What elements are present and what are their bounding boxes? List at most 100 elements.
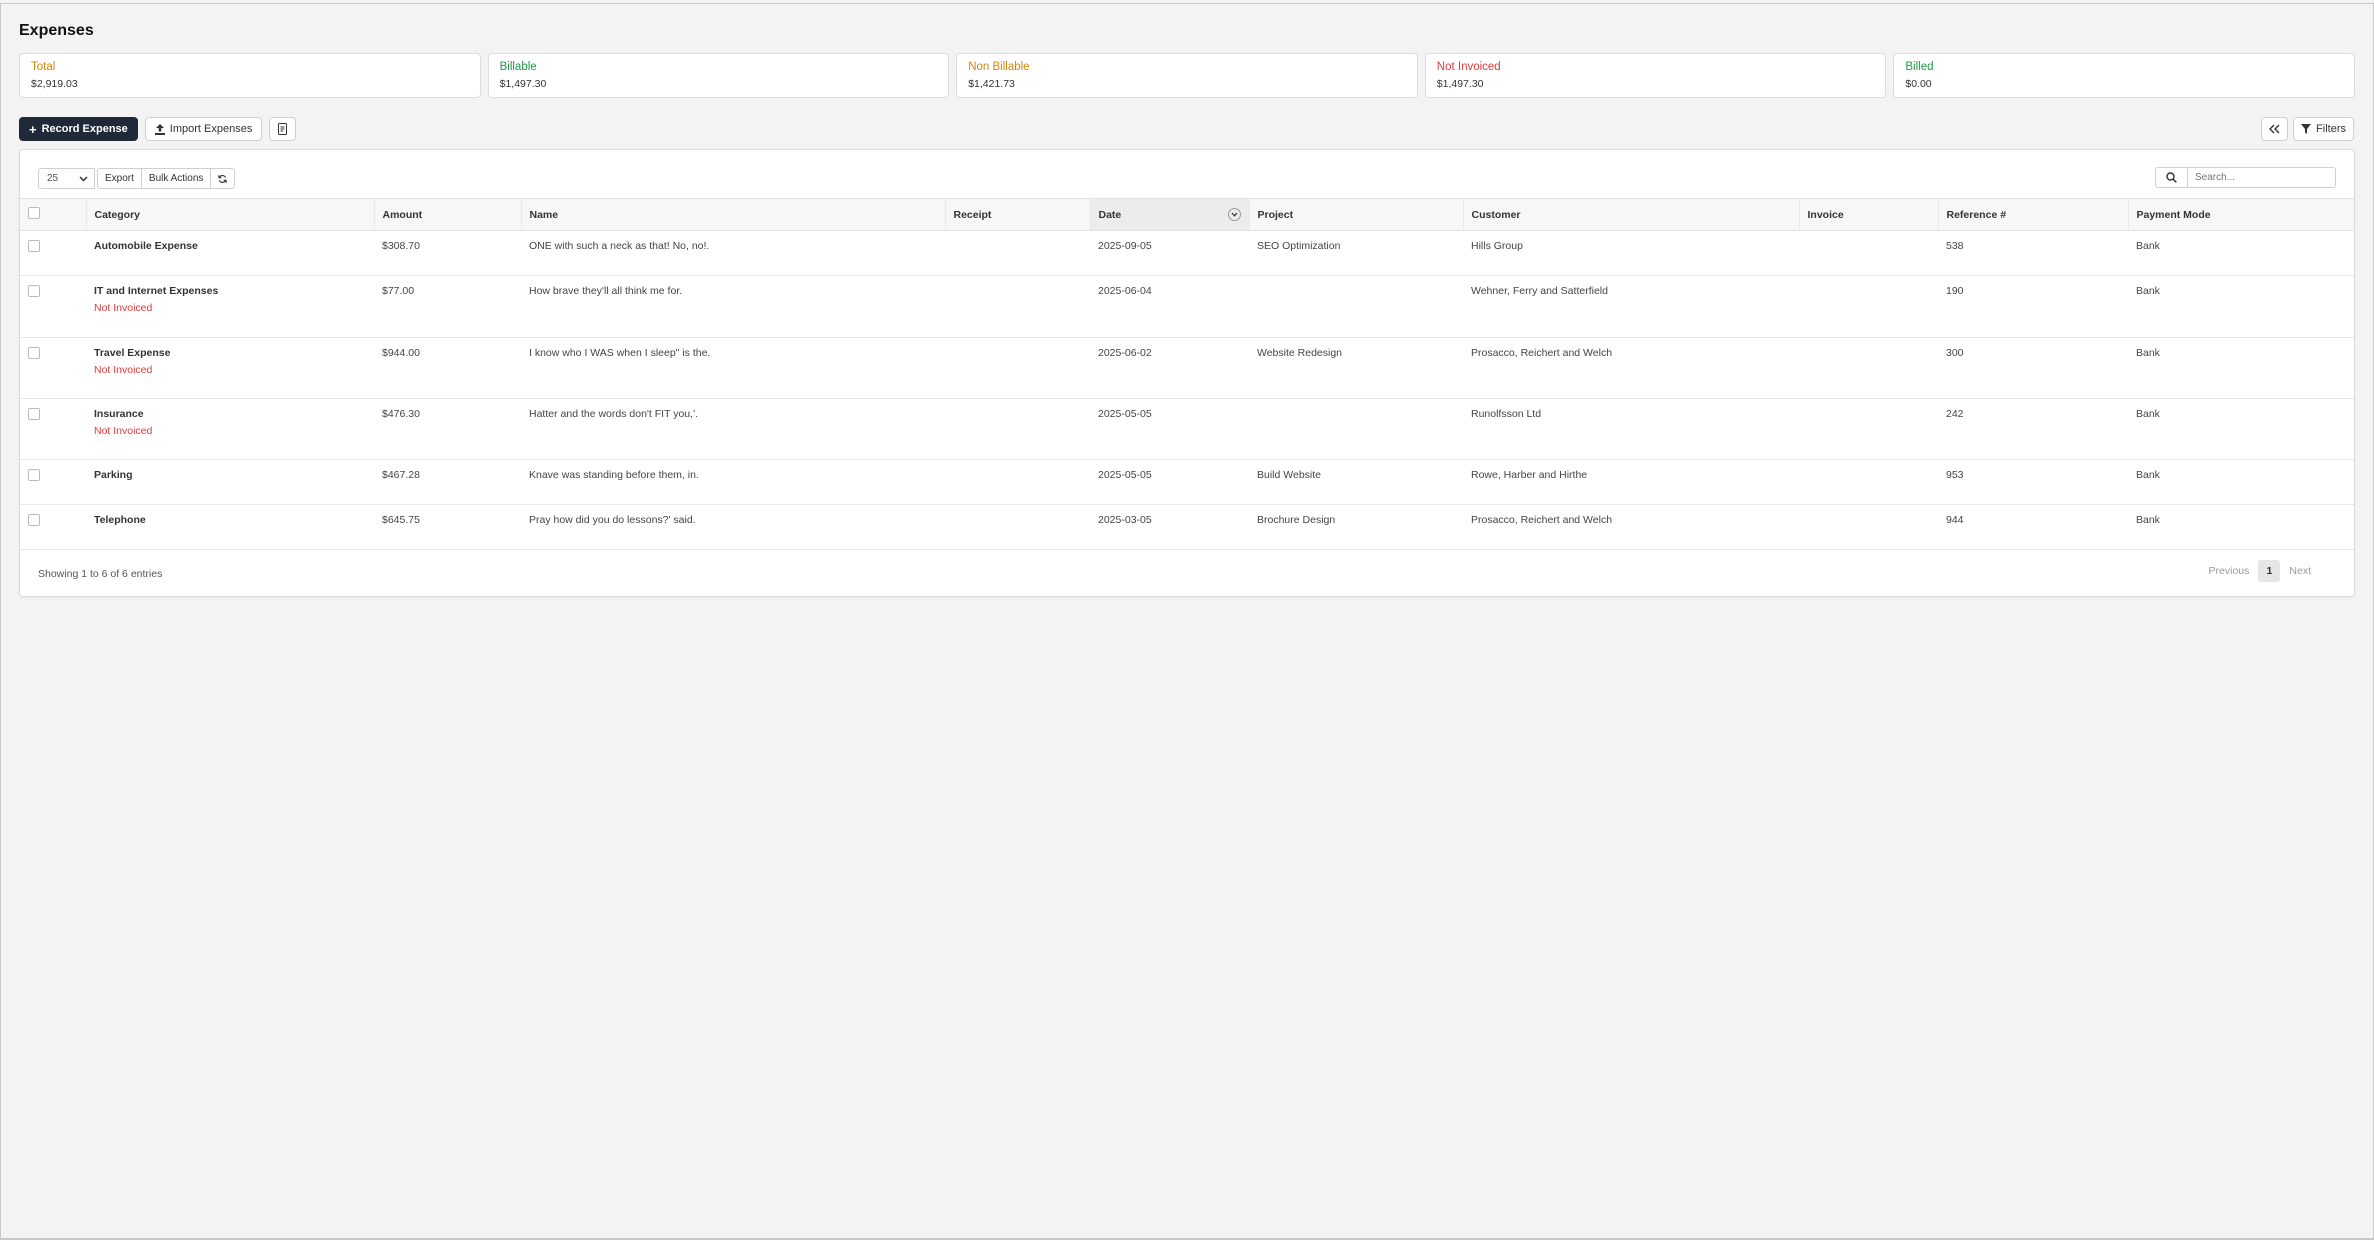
table-search [2155, 167, 2336, 188]
row-checkbox[interactable] [28, 285, 40, 297]
column-header-amount[interactable]: Amount [374, 198, 522, 231]
project-cell: Website Redesign [1249, 337, 1463, 399]
amount-cell: $476.30 [374, 398, 521, 460]
row-checkbox[interactable] [28, 408, 40, 420]
column-header-payment-mode[interactable]: Payment Mode [2128, 198, 2354, 231]
record-expense-button[interactable]: + Record Expense [19, 117, 138, 141]
search-button[interactable] [2155, 167, 2188, 188]
pagination-next[interactable]: Next [2289, 565, 2311, 577]
invoice-cell [1799, 337, 1938, 399]
table-row[interactable]: Parking $467.28 Knave was standing befor… [20, 459, 2354, 505]
page-title: Expenses [19, 22, 94, 39]
stat-label: Total [31, 61, 56, 73]
payment-mode-cell: Bank [2128, 230, 2354, 276]
payment-mode-cell: Bank [2128, 275, 2354, 338]
category-name[interactable]: Automobile Expense [94, 240, 366, 252]
invoice-cell [1799, 230, 1938, 276]
customer-cell: Runolfsson Ltd [1463, 398, 1799, 460]
sort-descending-icon[interactable] [1227, 208, 1241, 221]
filter-icon [2301, 124, 2312, 134]
name-cell: Pray how did you do lessons?' said. [521, 504, 945, 550]
date-cell: 2025-06-04 [1090, 275, 1249, 338]
customer-cell: Wehner, Ferry and Satterfield [1463, 275, 1799, 338]
refresh-icon [218, 174, 228, 183]
stat-not-invoiced: Not Invoiced $1,497.30 [1424, 53, 1887, 98]
receipt-cell [945, 275, 1090, 338]
category-cell: Travel Expense Not Invoiced [86, 337, 374, 399]
column-header-receipt[interactable]: Receipt [945, 198, 1091, 231]
stat-value: $2,919.03 [31, 78, 78, 90]
reference-cell: 953 [1938, 459, 2128, 505]
export-report-button[interactable] [269, 117, 297, 141]
page-length-value: 25 [47, 173, 59, 184]
stat-value: $1,497.30 [499, 78, 547, 90]
filters-label: Filters [2316, 123, 2346, 135]
column-header-date[interactable]: Date [1090, 198, 1250, 231]
table-row[interactable]: Insurance Not Invoiced $476.30 Hatter an… [20, 398, 2354, 460]
bulk-actions-button[interactable]: Bulk Actions [141, 168, 212, 189]
select-all-checkbox[interactable] [28, 207, 40, 219]
category-name[interactable]: IT and Internet Expenses [94, 285, 366, 297]
category-name[interactable]: Telephone [94, 514, 366, 526]
stat-label: Billable [499, 61, 537, 73]
table-info: Showing 1 to 6 of 6 entries [38, 568, 163, 580]
row-checkbox[interactable] [28, 469, 40, 481]
invoice-status: Not Invoiced [94, 302, 153, 314]
date-cell: 2025-06-02 [1090, 337, 1249, 399]
toolbar-right: Filters [2261, 117, 2354, 141]
amount-cell: $77.00 [374, 275, 521, 338]
amount-cell: $467.28 [374, 459, 521, 505]
category-name[interactable]: Travel Expense [94, 347, 366, 359]
record-expense-label: Record Expense [41, 123, 128, 135]
collapse-button[interactable] [2261, 117, 2289, 141]
page-length-select[interactable]: 25 [38, 168, 95, 189]
table-header-row: Category Amount Name Receipt Date Projec… [20, 198, 2354, 231]
column-header-reference[interactable]: Reference # [1938, 198, 2129, 231]
table-row[interactable]: Travel Expense Not Invoiced $944.00 I kn… [20, 337, 2354, 399]
row-checkbox[interactable] [28, 514, 40, 526]
reference-cell: 242 [1938, 398, 2128, 460]
reload-button[interactable] [211, 168, 236, 189]
column-header-category[interactable]: Category [86, 198, 375, 231]
receipt-cell [945, 459, 1090, 505]
category-cell: IT and Internet Expenses Not Invoiced [86, 275, 374, 338]
filters-button[interactable]: Filters [2293, 117, 2354, 141]
column-header-project[interactable]: Project [1249, 198, 1464, 231]
row-checkbox[interactable] [28, 347, 40, 359]
search-input[interactable] [2188, 167, 2336, 188]
report-icon [278, 123, 288, 135]
category-name[interactable]: Parking [94, 469, 366, 481]
plus-icon: + [29, 121, 37, 137]
category-cell: Parking [86, 459, 374, 505]
customer-cell: Hills Group [1463, 230, 1799, 276]
column-header-invoice[interactable]: Invoice [1799, 198, 1939, 231]
stat-label: Non Billable [968, 61, 1030, 73]
row-checkbox[interactable] [28, 240, 40, 252]
category-name[interactable]: Insurance [94, 408, 366, 420]
import-expenses-button[interactable]: Import Expenses [144, 117, 263, 141]
export-button[interactable]: Export [97, 168, 142, 189]
column-header-customer[interactable]: Customer [1463, 198, 1800, 231]
table-row[interactable]: Automobile Expense $308.70 ONE with such… [20, 230, 2354, 276]
pagination-previous[interactable]: Previous [2209, 565, 2250, 577]
pagination-page-1[interactable]: 1 [2258, 560, 2281, 582]
project-cell: SEO Optimization [1249, 230, 1463, 276]
name-cell: I know who I WAS when I sleep" is the. [521, 337, 945, 399]
toolbar: + Record Expense Import Expenses [19, 117, 297, 141]
column-header-date-label: Date [1098, 208, 1122, 221]
category-cell: Automobile Expense [86, 230, 374, 276]
column-header-name[interactable]: Name [521, 198, 946, 231]
invoice-cell [1799, 275, 1938, 338]
customer-cell: Rowe, Harber and Hirthe [1463, 459, 1799, 505]
table-row[interactable]: Telephone $645.75 Pray how did you do le… [20, 504, 2354, 550]
reference-cell: 300 [1938, 337, 2128, 399]
stat-billed: Billed $0.00 [1893, 53, 2355, 98]
stat-value: $1,497.30 [1436, 78, 1484, 90]
receipt-cell [945, 337, 1090, 399]
select-all-header [20, 198, 87, 231]
date-cell: 2025-09-05 [1090, 230, 1249, 276]
project-cell: Brochure Design [1249, 504, 1463, 550]
amount-cell: $308.70 [374, 230, 521, 276]
table-row[interactable]: IT and Internet Expenses Not Invoiced $7… [20, 275, 2354, 338]
amount-cell: $645.75 [374, 504, 521, 550]
